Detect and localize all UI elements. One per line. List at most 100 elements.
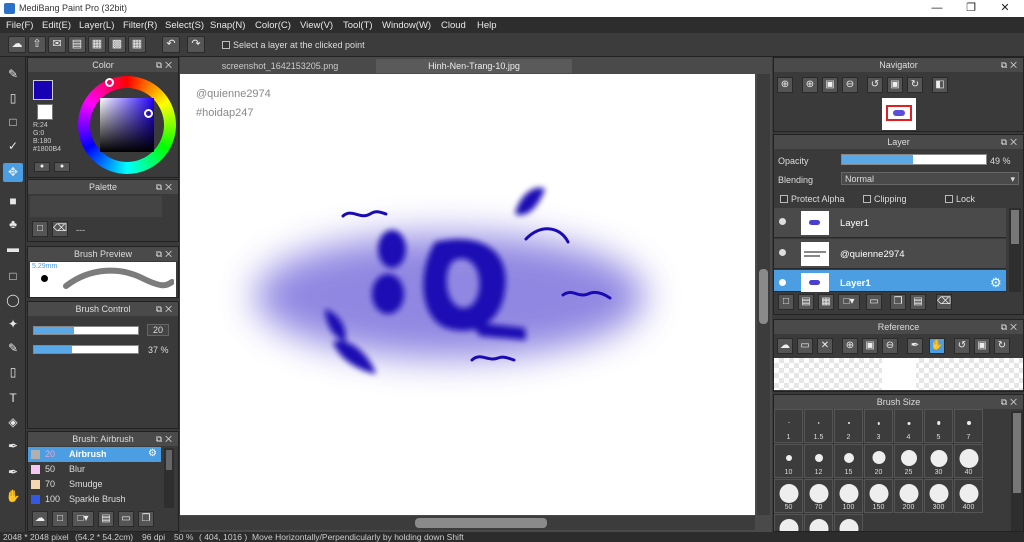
rotate-left-icon[interactable]: ↺ <box>867 77 883 93</box>
brush-size-cell[interactable]: 20 <box>864 444 893 478</box>
menu-tool[interactable]: Tool(T) <box>343 20 373 31</box>
secondary-color-swatch[interactable] <box>37 104 53 120</box>
lock-checkbox[interactable] <box>945 195 953 203</box>
add-brush-icon[interactable]: □ <box>52 511 68 527</box>
cloud-brush-icon[interactable]: ☁ <box>32 511 48 527</box>
reference-view[interactable] <box>774 358 1023 390</box>
brush-item[interactable]: 20 Airbrush ⚙ <box>28 447 161 462</box>
brush-size-cell[interactable]: 5 <box>924 409 953 443</box>
brush-size-cell[interactable]: 30 <box>924 444 953 478</box>
layer-row[interactable]: Layer1 <box>774 208 1006 238</box>
brush-size-cell[interactable]: 1 <box>774 409 803 443</box>
eraser-tool-icon[interactable]: ▯ <box>3 89 23 108</box>
hand-icon[interactable]: ✋ <box>929 338 945 354</box>
brush-list-scrollbar[interactable] <box>164 448 174 508</box>
palette-area[interactable] <box>30 196 162 217</box>
fit-window-icon[interactable]: ▣ <box>822 77 838 93</box>
brush-item[interactable]: 50 Blur <box>28 462 161 477</box>
clipping-option[interactable]: Clipping <box>863 194 907 204</box>
brush-item[interactable]: 100 Sparkle Brush <box>28 492 161 507</box>
brush-add-dropdown-icon[interactable]: □▾ <box>72 511 94 527</box>
canvas-horizontal-scrollbar[interactable] <box>180 516 755 530</box>
select-layer-checkbox[interactable] <box>222 41 230 49</box>
zoom-in-icon[interactable]: ⊕ <box>777 77 793 93</box>
lasso-tool-icon[interactable]: ◯ <box>3 291 23 310</box>
brush-size-cell[interactable] <box>834 514 863 531</box>
blending-select[interactable]: Normal ▾ <box>841 172 1019 185</box>
panel-float-close-icon[interactable]: ⧉✕ <box>156 302 175 316</box>
brush-size-cell[interactable]: 50 <box>774 479 803 513</box>
close-reference-icon[interactable]: ✕ <box>817 338 833 354</box>
menu-select[interactable]: Select(S) <box>165 20 204 31</box>
drawing-canvas[interactable]: @quienne2974 #hoidap247 <box>180 74 755 515</box>
brush-size-cell[interactable]: 7 <box>954 409 983 443</box>
brush-size-scrollbar[interactable] <box>1011 411 1023 531</box>
select-pen-tool-icon[interactable]: ✓ <box>3 137 23 156</box>
panel-float-close-icon[interactable]: ⧉✕ <box>1001 395 1020 409</box>
gear-icon[interactable]: ⚙ <box>990 275 1002 291</box>
zoom-out-icon[interactable]: ⊖ <box>842 77 858 93</box>
brush-size-slider[interactable] <box>33 326 139 335</box>
brush-item[interactable]: 70 Smudge <box>28 477 161 492</box>
panel-float-close-icon[interactable]: ⧉✕ <box>156 432 175 446</box>
color-hue-wheel[interactable] <box>78 76 176 174</box>
redo-button[interactable]: ↷ <box>187 36 205 53</box>
brush-settings-icon[interactable]: ▤ <box>98 511 114 527</box>
delete-palette-icon[interactable]: ⌫ <box>52 221 68 237</box>
add-layer-dropdown-icon[interactable]: □▾ <box>838 294 860 310</box>
color-mode-button[interactable]: ● <box>34 162 50 172</box>
color-sv-square[interactable] <box>100 98 154 152</box>
brush-size-cell[interactable]: 3 <box>864 409 893 443</box>
primary-color-swatch[interactable] <box>33 80 53 100</box>
menu-snap[interactable]: Snap(N) <box>210 20 245 31</box>
eye-icon[interactable] <box>779 249 786 256</box>
comment-icon[interactable]: ✉ <box>48 36 66 53</box>
manage-icon[interactable]: ▩ <box>108 36 126 53</box>
eyedropper-tool-icon[interactable]: ✒ <box>3 437 23 456</box>
folder-icon[interactable]: ▭ <box>866 294 882 310</box>
menu-layer[interactable]: Layer(L) <box>79 20 114 31</box>
fit-window-icon[interactable]: ▣ <box>862 338 878 354</box>
menu-window[interactable]: Window(W) <box>382 20 431 31</box>
zoom-in-icon[interactable]: ⊕ <box>802 77 818 93</box>
select-eraser-icon[interactable]: ▯ <box>3 363 23 382</box>
panel-float-close-icon[interactable]: ⧉✕ <box>156 247 175 261</box>
select-layer-option[interactable]: Select a layer at the clicked point <box>222 40 365 50</box>
brush-size-cell[interactable]: 4 <box>894 409 923 443</box>
brush-size-cell[interactable]: 1.5 <box>804 409 833 443</box>
color-mode-button-2[interactable]: ● <box>54 162 70 172</box>
undo-button[interactable]: ↶ <box>162 36 180 53</box>
layer-list-scrollbar[interactable] <box>1009 208 1021 292</box>
menu-color[interactable]: Color(C) <box>255 20 291 31</box>
panel-float-close-icon[interactable]: ⧉✕ <box>1001 135 1020 149</box>
cloud-icon[interactable]: ☁ <box>8 36 26 53</box>
gear-icon[interactable]: ⚙ <box>148 448 157 459</box>
brush-size-cell[interactable]: 400 <box>954 479 983 513</box>
clipping-checkbox[interactable] <box>863 195 871 203</box>
page-icon[interactable]: ▦ <box>88 36 106 53</box>
cloud-reference-icon[interactable]: ☁ <box>777 338 793 354</box>
open-reference-icon[interactable]: ▭ <box>797 338 813 354</box>
panel-float-close-icon[interactable]: ⧉✕ <box>156 58 175 72</box>
select-pen-icon[interactable]: ✎ <box>3 339 23 358</box>
rotate-right-icon[interactable]: ↻ <box>907 77 923 93</box>
dot-tool-icon[interactable]: □ <box>3 113 23 132</box>
brush-size-cell[interactable]: 15 <box>834 444 863 478</box>
rect-select-tool-icon[interactable]: □ <box>3 267 23 286</box>
brush-size-cell[interactable]: 100 <box>834 479 863 513</box>
document-icon[interactable]: ▤ <box>68 36 86 53</box>
magic-wand-tool-icon[interactable]: ✦ <box>3 315 23 334</box>
reset-rotation-icon[interactable]: ▣ <box>887 77 903 93</box>
canvas-vertical-scrollbar[interactable] <box>757 74 770 515</box>
new-halftone-layer-icon[interactable]: ▤ <box>798 294 814 310</box>
new-8bit-layer-icon[interactable]: ▦ <box>818 294 834 310</box>
eye-icon[interactable] <box>779 218 786 225</box>
menu-filter[interactable]: Filter(R) <box>123 20 157 31</box>
upload-icon[interactable]: ⇧ <box>28 36 46 53</box>
divide-tool-icon[interactable]: ◈ <box>3 413 23 432</box>
panel-float-close-icon[interactable]: ⧉✕ <box>156 180 175 194</box>
hue-handle[interactable] <box>105 78 114 87</box>
new-layer-icon[interactable]: □ <box>778 294 794 310</box>
brush-size-cell[interactable]: 200 <box>894 479 923 513</box>
bucket-tool-icon[interactable]: ♣ <box>3 215 23 234</box>
